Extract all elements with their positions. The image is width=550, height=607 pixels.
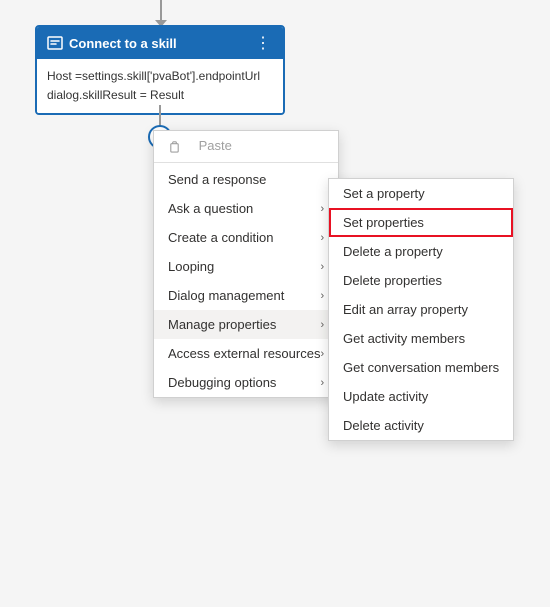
- connector-line-mid: [159, 105, 161, 127]
- menu-item-debugging[interactable]: Debugging options ›: [154, 368, 338, 397]
- skill-icon: [47, 35, 63, 51]
- chevron-right-icon: ›: [320, 203, 324, 215]
- canvas: Connect to a skill ⋮ Host =settings.skil…: [0, 0, 550, 607]
- chevron-right-icon: ›: [320, 290, 324, 302]
- menu-item-create-condition-label: Create a condition: [168, 230, 274, 245]
- menu-item-looping[interactable]: Looping ›: [154, 252, 338, 281]
- menu-item-debugging-label: Debugging options: [168, 375, 276, 390]
- skill-node-title: Connect to a skill: [69, 36, 177, 51]
- connector-line-top: [160, 0, 162, 22]
- submenu-item-set-properties[interactable]: Set properties: [329, 208, 513, 237]
- menu-item-paste[interactable]: Paste: [154, 131, 338, 160]
- menu-item-ask-question-label: Ask a question: [168, 201, 253, 216]
- chevron-right-icon: ›: [320, 261, 324, 273]
- submenu-item-update-activity-label: Update activity: [343, 389, 428, 404]
- submenu-item-delete-properties[interactable]: Delete properties: [329, 266, 513, 295]
- submenu-item-set-properties-label: Set properties: [343, 215, 424, 230]
- menu-item-ask-question[interactable]: Ask a question ›: [154, 194, 338, 223]
- menu-item-send-response[interactable]: Send a response: [154, 165, 338, 194]
- submenu-item-edit-array-label: Edit an array property: [343, 302, 468, 317]
- submenu-item-set-property[interactable]: Set a property: [329, 179, 513, 208]
- submenu-item-delete-property-label: Delete a property: [343, 244, 443, 259]
- submenu-item-delete-activity-label: Delete activity: [343, 418, 424, 433]
- menu-item-create-condition[interactable]: Create a condition ›: [154, 223, 338, 252]
- menu-item-access-external-label: Access external resources: [168, 346, 320, 361]
- submenu-item-edit-array[interactable]: Edit an array property: [329, 295, 513, 324]
- submenu-item-get-activity-members-label: Get activity members: [343, 331, 465, 346]
- menu-item-send-response-label: Send a response: [168, 172, 266, 187]
- menu-item-manage-properties-label: Manage properties: [168, 317, 276, 332]
- paste-icon: [168, 138, 191, 153]
- skill-node-line2: dialog.skillResult = Result: [47, 86, 273, 105]
- submenu-item-get-activity-members[interactable]: Get activity members: [329, 324, 513, 353]
- context-menu: Paste Send a response Ask a question › C…: [153, 130, 339, 398]
- chevron-right-icon: ›: [320, 377, 324, 389]
- skill-node-header: Connect to a skill ⋮: [37, 27, 283, 59]
- skill-node-line1: Host =settings.skill['pvaBot'].endpointU…: [47, 67, 273, 86]
- menu-item-paste-label: Paste: [199, 138, 232, 153]
- submenu-item-delete-property[interactable]: Delete a property: [329, 237, 513, 266]
- chevron-right-icon: ›: [320, 348, 324, 360]
- chevron-right-icon: ›: [320, 319, 324, 331]
- submenu-item-update-activity[interactable]: Update activity: [329, 382, 513, 411]
- menu-item-manage-properties[interactable]: Manage properties ›: [154, 310, 338, 339]
- skill-node: Connect to a skill ⋮ Host =settings.skil…: [35, 25, 285, 115]
- submenu-manage-properties: Set a property Set properties Delete a p…: [328, 178, 514, 441]
- separator-1: [154, 162, 338, 163]
- submenu-item-get-conversation-members[interactable]: Get conversation members: [329, 353, 513, 382]
- menu-item-dialog-management[interactable]: Dialog management ›: [154, 281, 338, 310]
- submenu-item-get-conversation-members-label: Get conversation members: [343, 360, 499, 375]
- skill-node-header-left: Connect to a skill: [47, 35, 177, 51]
- chevron-right-icon: ›: [320, 232, 324, 244]
- submenu-item-delete-properties-label: Delete properties: [343, 273, 442, 288]
- menu-item-looping-label: Looping: [168, 259, 214, 274]
- skill-node-menu-icon[interactable]: ⋮: [253, 33, 273, 53]
- submenu-item-set-property-label: Set a property: [343, 186, 425, 201]
- menu-item-access-external[interactable]: Access external resources ›: [154, 339, 338, 368]
- menu-item-dialog-management-label: Dialog management: [168, 288, 284, 303]
- submenu-item-delete-activity[interactable]: Delete activity: [329, 411, 513, 440]
